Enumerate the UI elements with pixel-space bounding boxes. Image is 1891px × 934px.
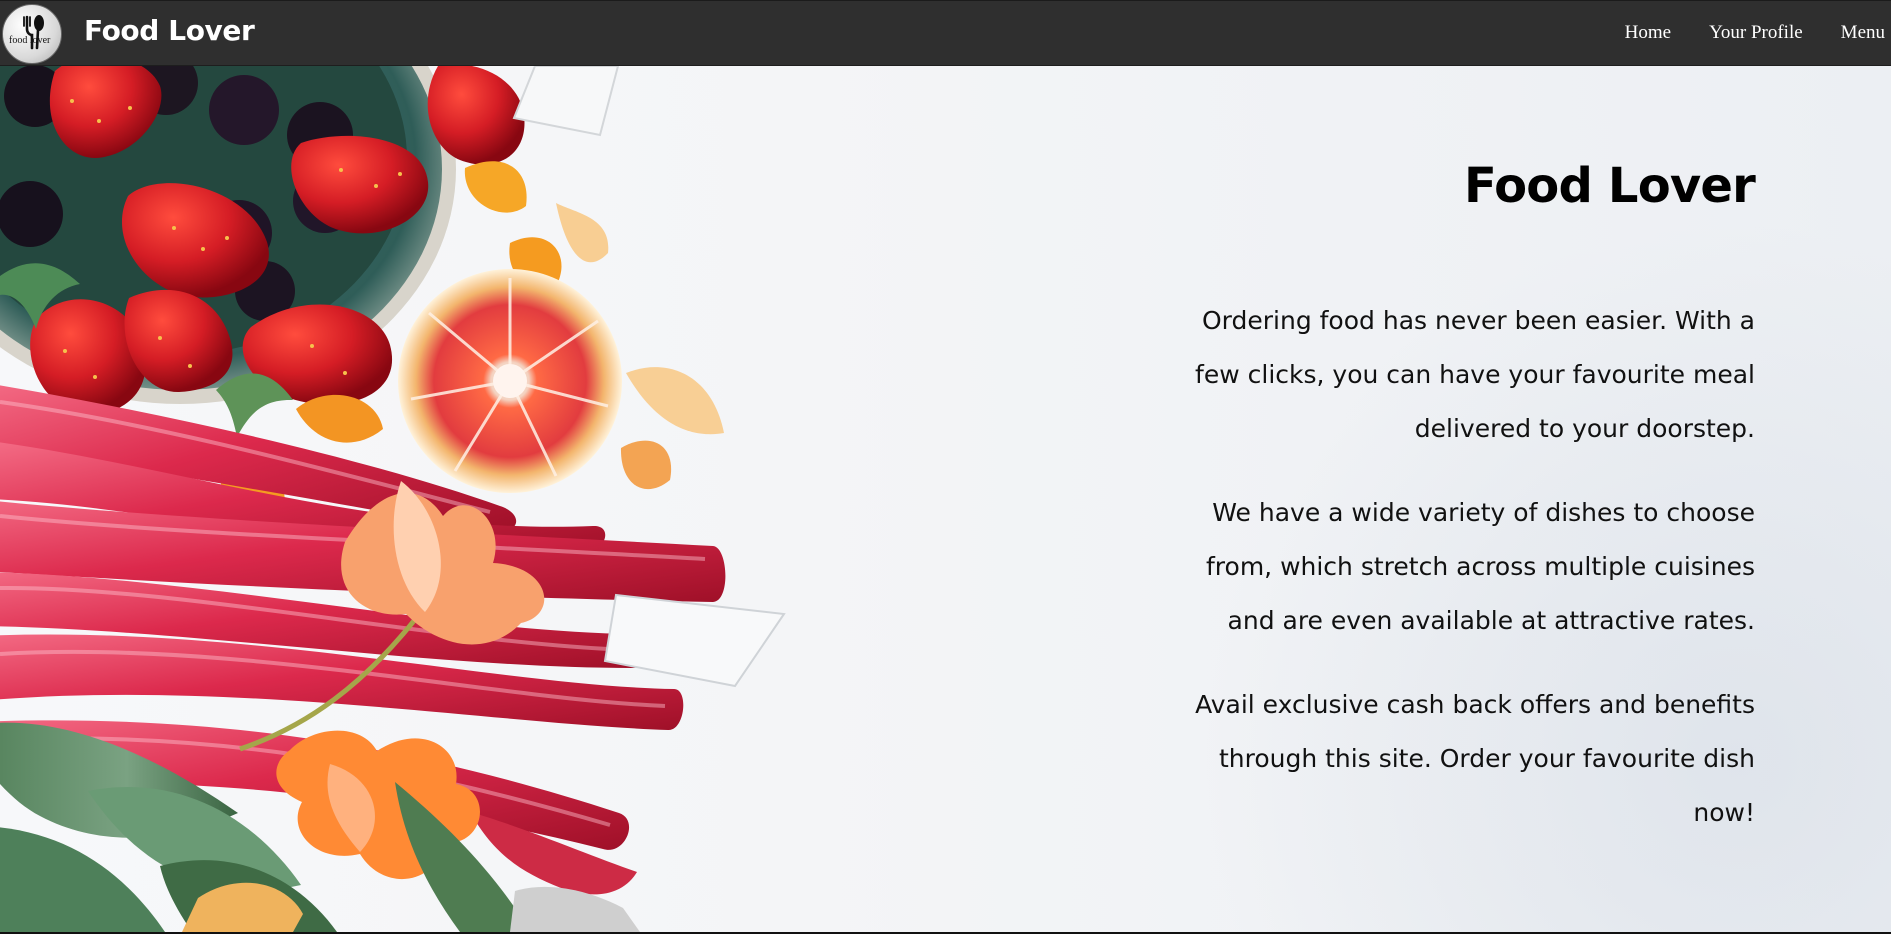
nav-menu-link[interactable]: Menu xyxy=(1841,15,1885,51)
nav-your-profile-link[interactable]: Your Profile xyxy=(1709,15,1803,51)
hero-section: Food Lover Ordering food has never been … xyxy=(0,66,1891,932)
nav-home-link[interactable]: Home xyxy=(1625,15,1671,51)
food-lover-logo[interactable]: food lover xyxy=(2,4,62,64)
brand-title[interactable]: Food Lover xyxy=(84,11,255,51)
hero-description: Ordering food has never been easier. Wit… xyxy=(1155,294,1755,870)
hero-paragraph-dishes: We have a wide variety of dishes to choo… xyxy=(1206,498,1755,635)
top-navigation-bar: food lover Food Lover Home Your Profile … xyxy=(0,0,1891,66)
hero-paragraph-offers: Avail exclusive cash back offers and ben… xyxy=(1195,690,1755,827)
fresh-fruit-photo xyxy=(0,66,786,932)
main-navigation: Home Your Profile Menu xyxy=(1587,15,1891,51)
fork-spoon-logo-icon: food lover xyxy=(9,15,51,50)
hero-title: Food Lover xyxy=(1464,158,1756,215)
food-lover-page: food lover Food Lover Home Your Profile … xyxy=(0,0,1891,934)
svg-text:food lover: food lover xyxy=(9,35,51,46)
hero-paragraph-ordering: Ordering food has never been easier. Wit… xyxy=(1195,306,1755,443)
